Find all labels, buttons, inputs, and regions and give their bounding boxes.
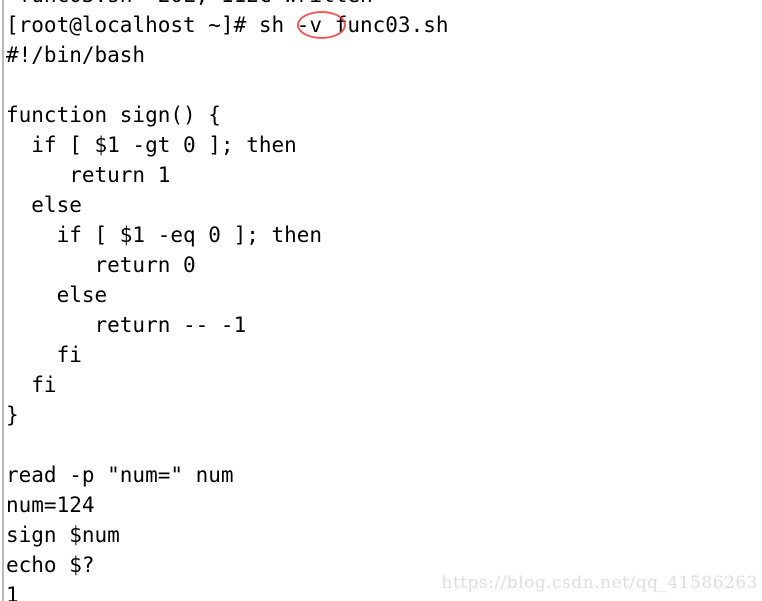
terminal-line: #!/bin/bash — [6, 43, 146, 67]
terminal-line: if [ $1 -eq 0 ]; then — [6, 223, 323, 247]
terminal-line-vim-write-message: "func03.sh" 20L, 112C written — [6, 0, 756, 10]
terminal-line: read -p "num=" num — [6, 463, 234, 487]
terminal-line: sign $num — [6, 523, 120, 547]
watermark-text: https://blog.csdn.net/qq_41586263 — [441, 573, 758, 593]
terminal-line: return -- -1 — [6, 313, 247, 337]
terminal-line: function sign() { — [6, 103, 221, 127]
terminal-line: return 0 — [6, 253, 196, 277]
window-left-border — [2, 0, 4, 601]
terminal-line: else — [6, 193, 82, 217]
terminal-line: if [ $1 -gt 0 ]; then — [6, 133, 297, 157]
terminal-prompt-line-command: [root@localhost ~]# sh -v func03.sh — [6, 13, 449, 37]
terminal-line: fi — [6, 343, 82, 367]
terminal-line: num=124 — [6, 493, 95, 517]
terminal-line-text: "func03.sh" 20L, 112C written — [6, 0, 373, 10]
terminal-output[interactable]: "func03.sh" 20L, 112C written [root@loca… — [6, 0, 756, 601]
terminal-line: else — [6, 283, 108, 307]
terminal-line: return 1 — [6, 163, 171, 187]
terminal-line: fi — [6, 373, 57, 397]
terminal-screen: "func03.sh" 20L, 112C written [root@loca… — [0, 0, 762, 601]
terminal-line: } — [6, 403, 19, 427]
